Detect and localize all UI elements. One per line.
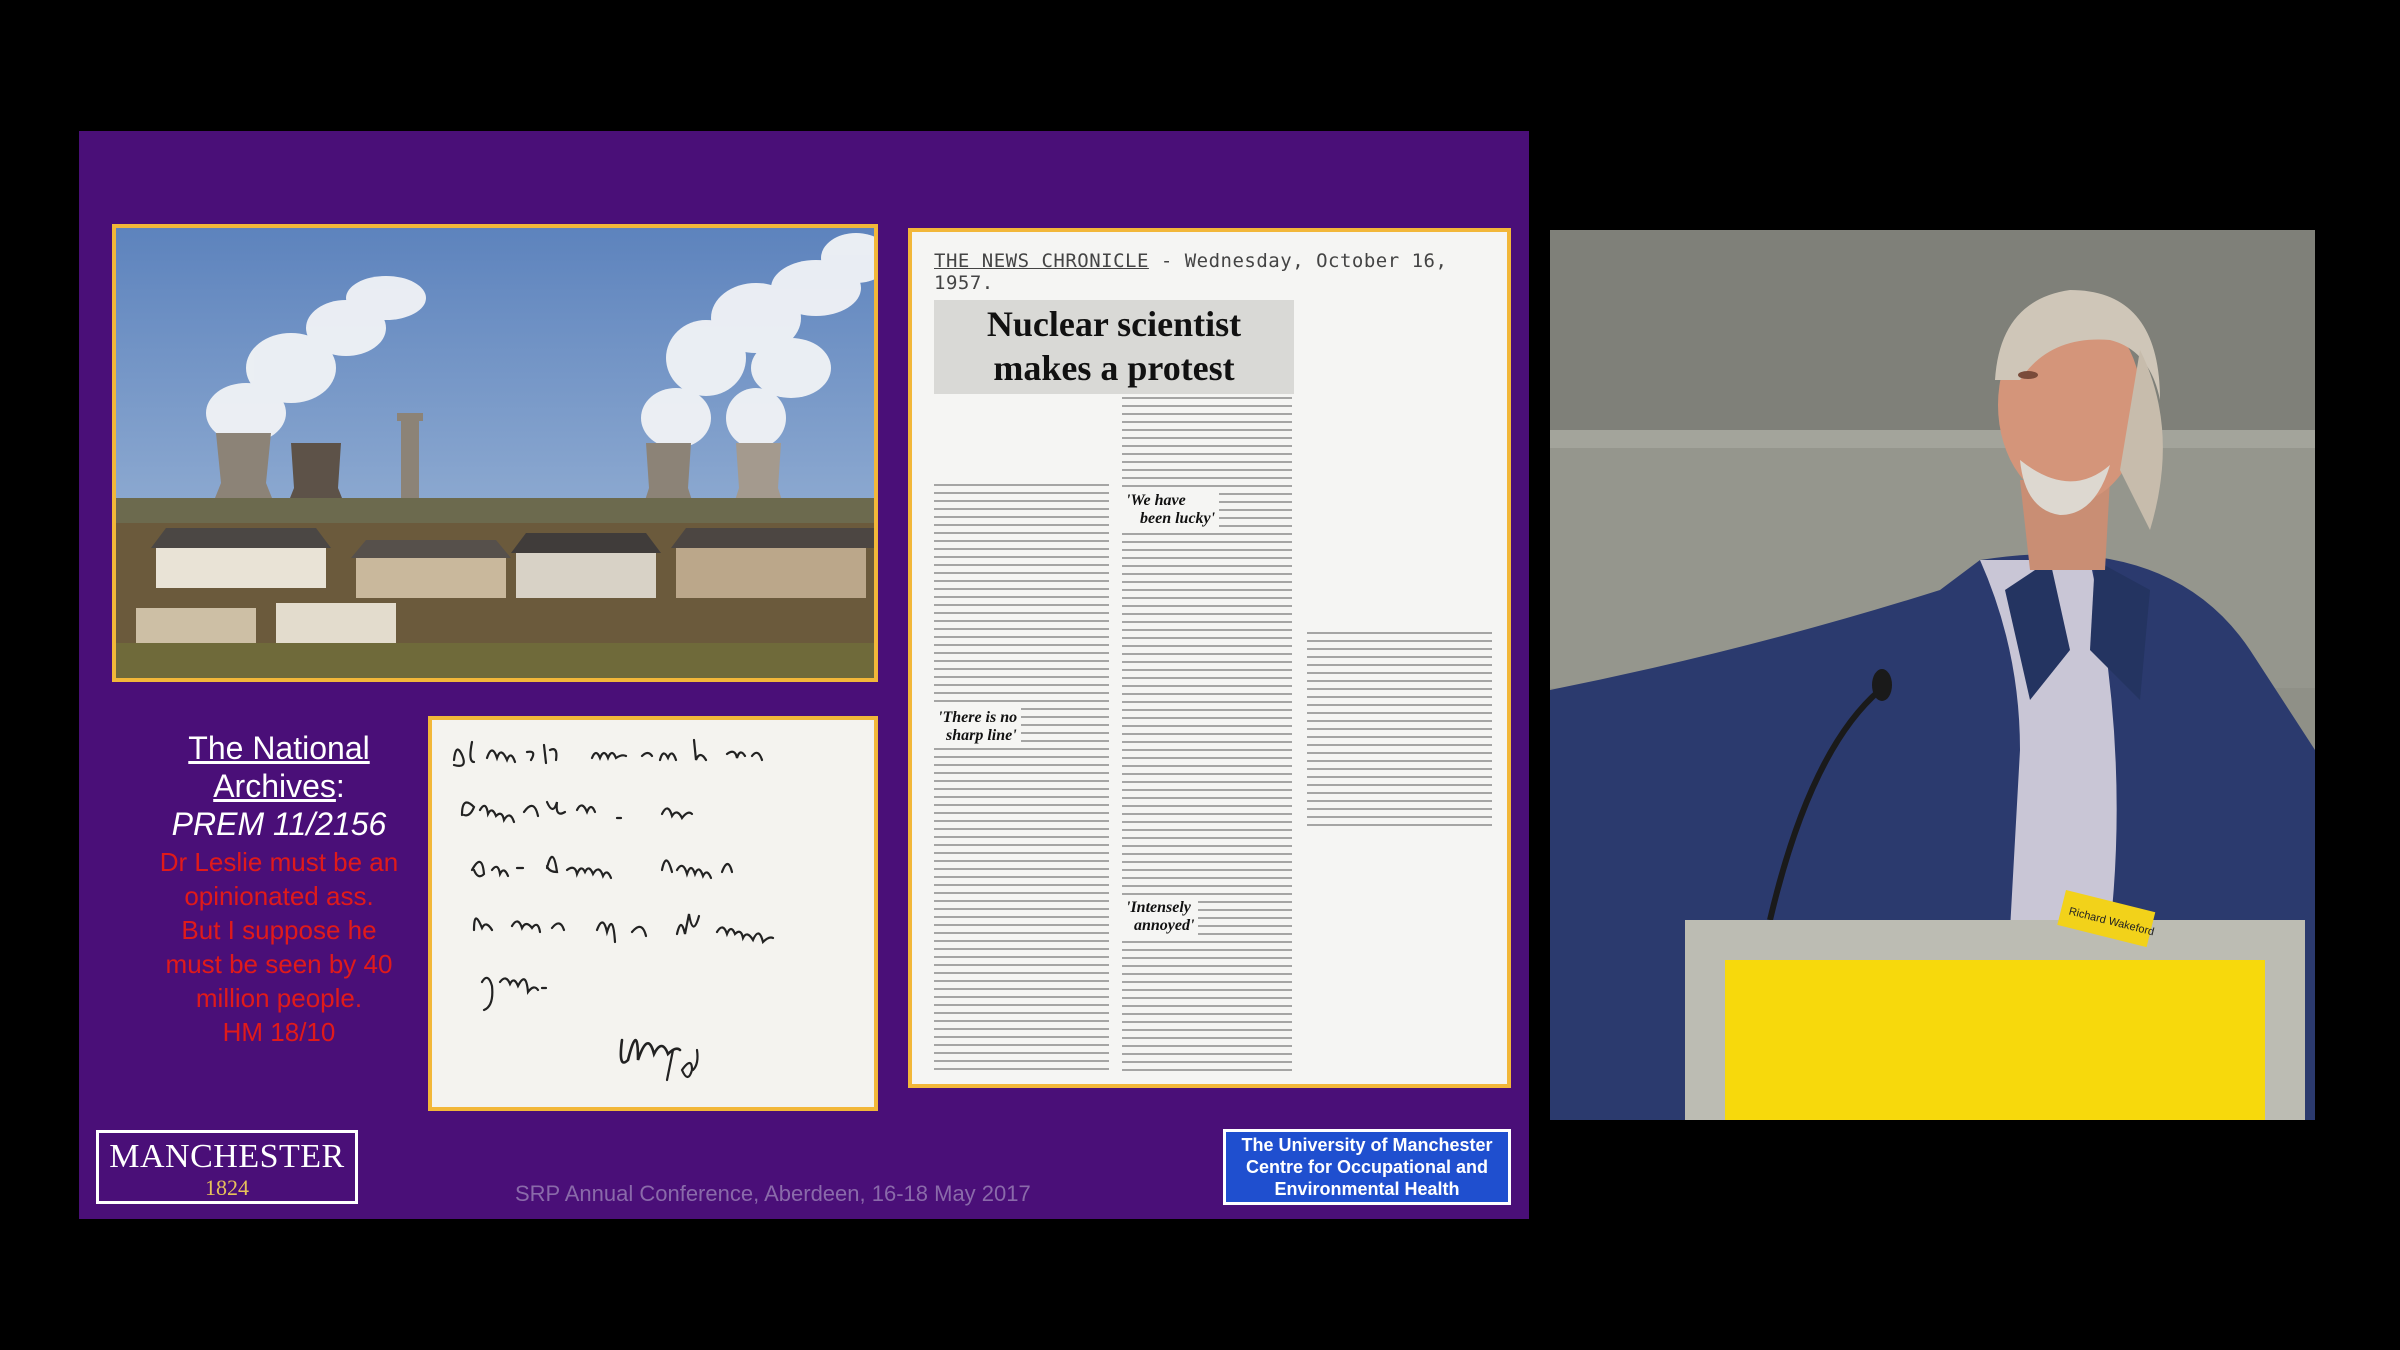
transcript-line: opinionated ass. [184, 881, 374, 911]
transcript-line: Dr Leslie must be an [159, 847, 399, 877]
headline-line: makes a protest [993, 348, 1235, 388]
handwritten-note-image [428, 716, 878, 1111]
presentation-slide: The National Archives: PREM 11/2156 Dr L… [79, 131, 1529, 1219]
speaker-video-feed: Richard Wakeford [1550, 230, 2315, 1120]
subhead: 'Intensely annoyed' [1122, 897, 1199, 937]
archive-reference: PREM 11/2156 [171, 806, 387, 842]
logo-year: 1824 [205, 1175, 249, 1200]
logo-wordmark: MANCHESTER [109, 1138, 345, 1175]
slide-footer: SRP Annual Conference, Aberdeen, 16-18 M… [515, 1181, 1031, 1206]
clipping-header: THE NEWS CHRONICLE - Wednesday, October … [934, 250, 1507, 294]
transcript-line: must be seen by 40 [165, 949, 393, 979]
clipping-headline: Nuclear scientist makes a protest [934, 300, 1294, 394]
archive-colon: : [335, 768, 345, 804]
university-logo: MANCHESTER 1824 [96, 1130, 358, 1204]
centre-line: The University of Manchester [1241, 1135, 1493, 1155]
subhead: 'There is no sharp line' [934, 707, 1022, 747]
university-centre-box: The University of Manchester Centre for … [1223, 1129, 1511, 1205]
power-station-photo [112, 224, 878, 682]
article-column-1 [934, 484, 1109, 1074]
newspaper-name: THE NEWS CHRONICLE [934, 250, 1149, 272]
archive-caption: The National Archives: PREM 11/2156 Dr L… [99, 729, 459, 1049]
archive-name-line2: Archives [213, 768, 336, 804]
transcript-line: million people. [195, 983, 363, 1013]
transcript-line: But I suppose he [181, 915, 377, 945]
archive-transcript: Dr Leslie must be an opinionated ass. Bu… [99, 845, 459, 1049]
centre-line: Environmental Health [1274, 1179, 1460, 1199]
newspaper-clipping: THE NEWS CHRONICLE - Wednesday, October … [908, 228, 1511, 1088]
centre-line: Centre for Occupational and [1245, 1157, 1489, 1177]
subhead: 'We have been lucky' [1122, 490, 1220, 530]
headline-line: Nuclear scientist [986, 304, 1242, 344]
article-column-3 [1307, 632, 1492, 832]
transcript-line: HM 18/10 [222, 1017, 336, 1047]
archive-name-line1: The National [188, 730, 370, 766]
